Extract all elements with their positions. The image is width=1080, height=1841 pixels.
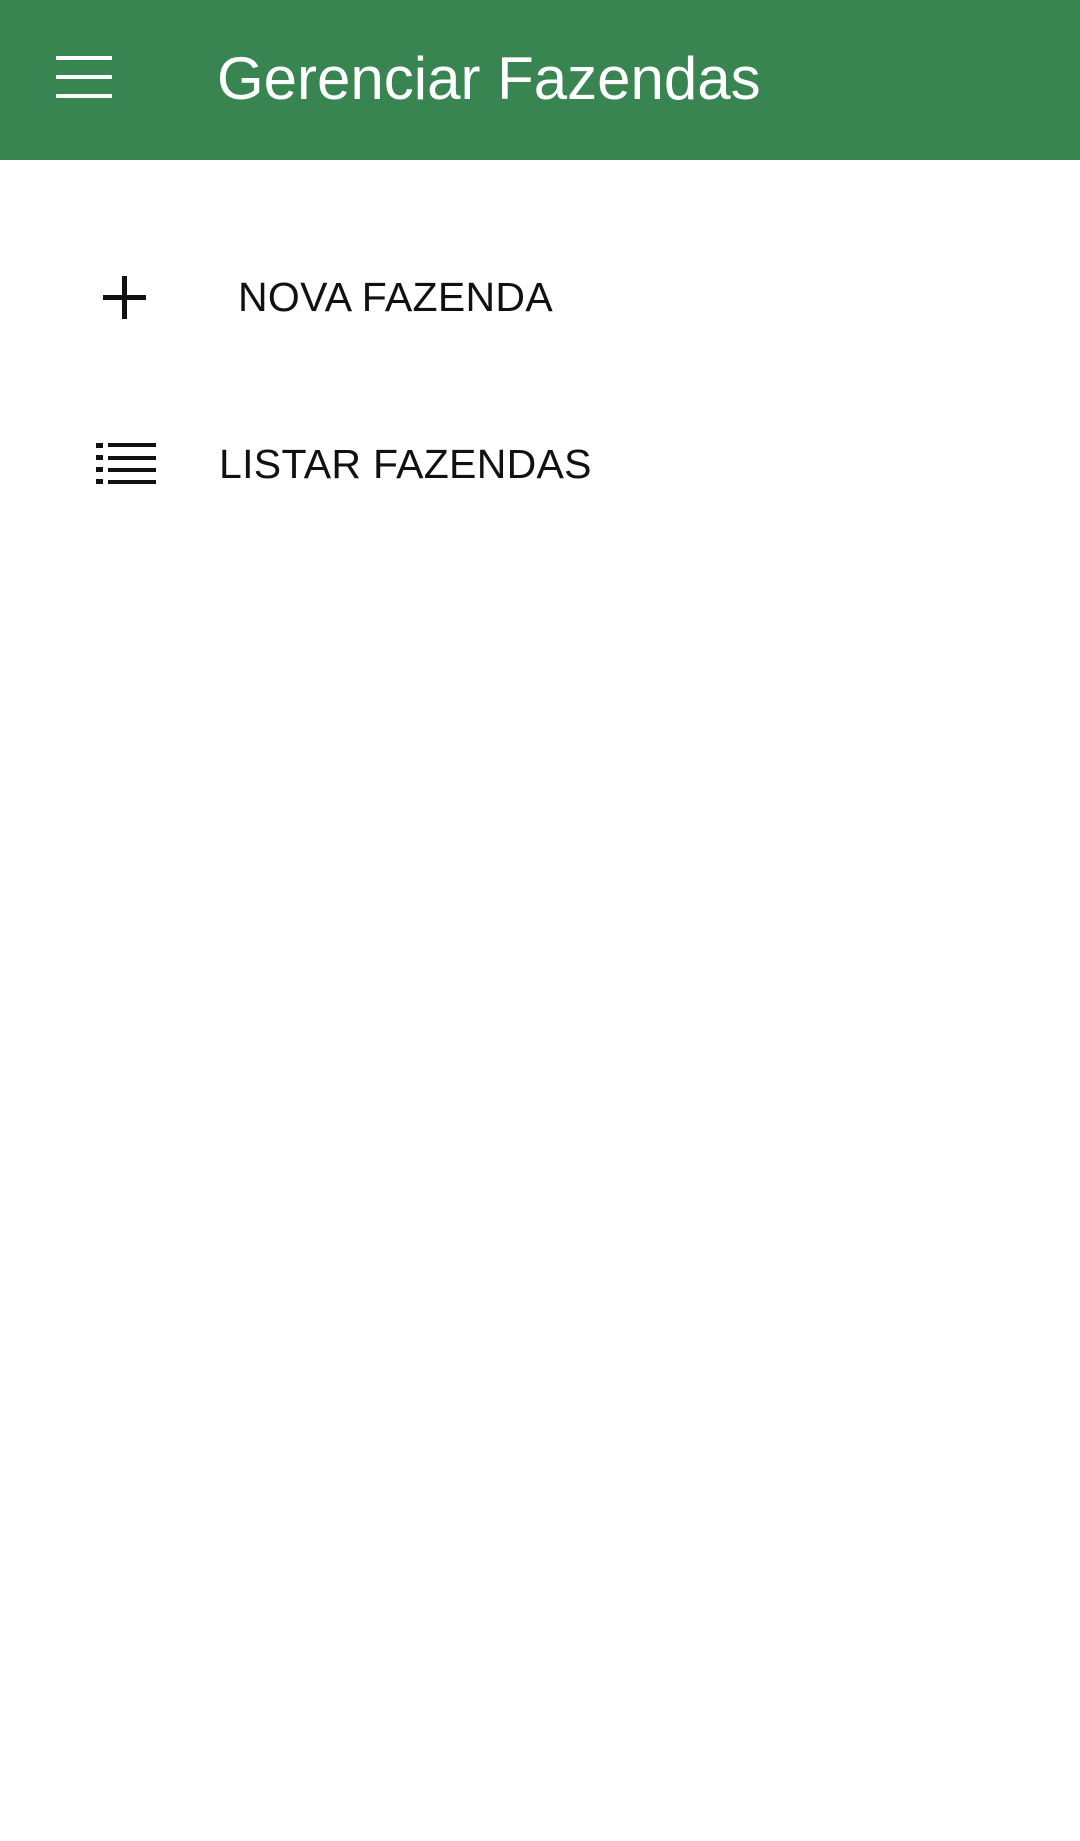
new-farm-label: NOVA FAZENDA xyxy=(238,274,553,320)
list-farms-button[interactable]: LISTAR FAZENDAS xyxy=(60,404,680,524)
plus-icon xyxy=(103,276,146,319)
menu-button[interactable] xyxy=(36,36,132,124)
main-content: NOVA FAZENDA LISTAR FAZENDAS xyxy=(0,160,1080,1841)
hamburger-menu-icon xyxy=(56,56,112,98)
new-farm-button[interactable]: NOVA FAZENDA xyxy=(60,237,680,357)
page-title: Gerenciar Fazendas xyxy=(217,45,761,112)
app-bar: Gerenciar Fazendas xyxy=(0,0,1080,160)
list-farms-label: LISTAR FAZENDAS xyxy=(219,441,592,487)
list-icon xyxy=(96,443,156,484)
